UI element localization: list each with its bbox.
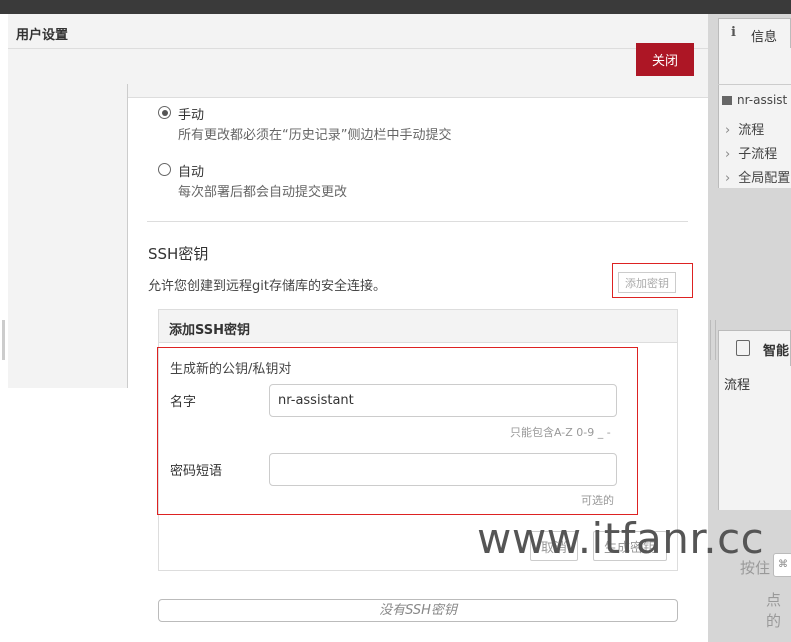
close-button[interactable]: 关闭 [636,43,694,76]
node-icon [722,96,732,105]
manual-radio[interactable] [158,106,171,119]
manual-description: 所有更改都必须在“历史记录”侧边栏中手动提交 [178,128,452,143]
info-item-label: 全局配置 [738,171,791,186]
info-item-label: 流程 [738,123,765,138]
chevron-right-icon: › [725,147,731,162]
generate-section-highlight [157,347,638,515]
tab-info[interactable]: i 信息 [718,18,791,48]
auto-radio[interactable] [158,163,171,176]
ssh-section-description: 允许您创建到远程git存储库的安全连接。 [148,279,386,294]
info-item-label: 子流程 [738,147,778,162]
ssh-key-list: 没有SSH密钥 [158,599,678,622]
dialog-title: 用户设置 [16,28,69,43]
sidebar-resize-handle[interactable] [710,320,716,360]
watermark: www.itfanr.cc [477,514,765,563]
add-key-button[interactable]: 添加密钥 [618,272,676,293]
dialog-titlebar: 用户设置 [8,14,708,49]
info-item-flows[interactable]: › 流程 [725,119,764,138]
auto-description: 每次部署后都会自动提交更改 [178,185,348,200]
ssh-section-title: SSH密钥 [148,245,209,263]
no-keys-message: 没有SSH密钥 [379,603,457,618]
panel-title: 添加SSH密钥 [169,323,251,338]
chevron-right-icon: › [725,123,731,138]
info-node-label: nr-assist [737,93,788,107]
auto-label: 自动 [178,165,205,180]
tab-assistant[interactable]: 智能 [718,330,791,366]
dialog-resize-handle[interactable] [2,320,5,360]
info-item-global-config[interactable]: › 全局配置 [725,167,790,186]
assistant-flow-label: 流程 [724,378,751,393]
tab-info-label: 信息 [751,30,778,45]
assistant-icon [736,340,750,356]
manual-label: 手动 [178,108,205,123]
info-node-row[interactable]: nr-assist [722,93,787,107]
panel-header: 添加SSH密钥 [159,310,677,343]
info-item-subflows[interactable]: › 子流程 [725,143,777,162]
hint-click-text: 点的 [766,591,782,630]
command-key-icon: ⌘ [773,553,791,577]
top-bar [0,0,791,14]
info-divider [718,84,791,85]
tab-assistant-label: 智能 [763,344,790,359]
section-divider [147,221,688,222]
info-icon: i [731,25,736,40]
settings-sidebar [8,84,128,388]
chevron-right-icon: › [725,171,731,186]
